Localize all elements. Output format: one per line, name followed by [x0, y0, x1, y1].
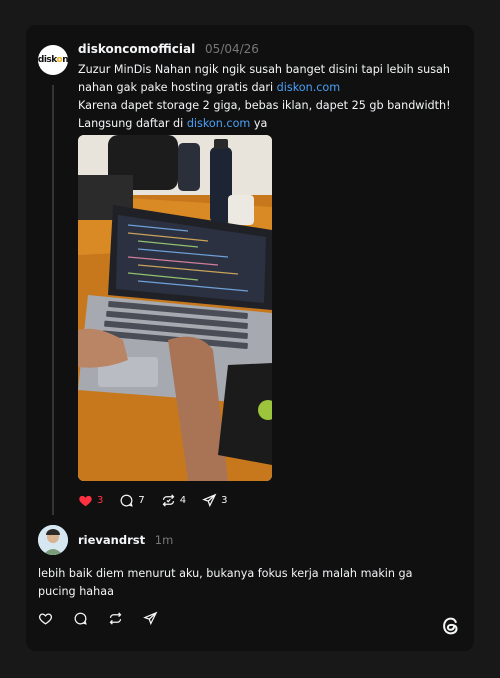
like-button[interactable]: 3	[78, 493, 103, 508]
post-text-segment: Zuzur MinDis Nahan ngik ngik susah bange…	[78, 63, 450, 94]
post-image[interactable]	[78, 135, 272, 481]
threads-logo-icon[interactable]	[440, 615, 462, 637]
comment-button[interactable]: 7	[119, 493, 145, 508]
share-button[interactable]: 3	[202, 493, 228, 508]
post-text-segment: ya	[250, 117, 268, 130]
thread-card: diskon diskoncomofficial 05/04/26 Zuzur …	[26, 25, 474, 651]
comment-icon[interactable]	[73, 611, 88, 626]
reply-timestamp[interactable]: 1m	[155, 533, 174, 547]
comment-count: 7	[138, 495, 145, 506]
post-text-segment: Langsung daftar di	[78, 117, 187, 130]
repost-icon[interactable]	[108, 611, 123, 626]
reply-avatar-image	[38, 525, 68, 555]
post-header: diskoncomofficial 05/04/26	[78, 42, 259, 56]
comment-icon	[120, 494, 134, 507]
reply-username[interactable]: rievandrst	[78, 533, 145, 547]
repost-button[interactable]: 4	[161, 493, 186, 508]
reply-avatar[interactable]	[38, 525, 68, 555]
avatar-logo-text: diskon	[37, 55, 69, 65]
post-actions: 3 7 4 3	[78, 493, 228, 508]
repost-icon	[162, 494, 175, 507]
post-line-3: Langsung daftar di diskon.com ya	[78, 115, 463, 133]
post-body: Zuzur MinDis Nahan ngik ngik susah bange…	[78, 61, 463, 133]
laptop-photo-illustration	[78, 135, 272, 481]
repost-count: 4	[179, 495, 187, 506]
share-count: 3	[221, 495, 228, 506]
post-username[interactable]: diskoncomofficial	[78, 42, 195, 56]
heart-icon[interactable]	[38, 611, 53, 626]
post-line-1: Zuzur MinDis Nahan ngik ngik susah bange…	[78, 61, 463, 97]
post-timestamp[interactable]: 05/04/26	[205, 42, 259, 56]
author-avatar[interactable]: diskon	[37, 45, 69, 75]
post-link-1[interactable]: diskon.com	[277, 81, 341, 94]
reply-actions	[38, 611, 158, 626]
post-line-2: Karena dapet storage 2 giga, bebas iklan…	[78, 99, 451, 112]
post-link-2[interactable]: diskon.com	[187, 117, 251, 130]
like-count: 3	[97, 495, 104, 506]
reply-body: lebih baik diem menurut aku, bukanya fok…	[38, 567, 413, 598]
reply-header: rievandrst 1m	[78, 533, 173, 547]
share-icon[interactable]	[143, 611, 158, 626]
heart-icon	[79, 495, 92, 507]
thread-connector-line	[52, 85, 54, 515]
share-icon	[202, 493, 217, 508]
